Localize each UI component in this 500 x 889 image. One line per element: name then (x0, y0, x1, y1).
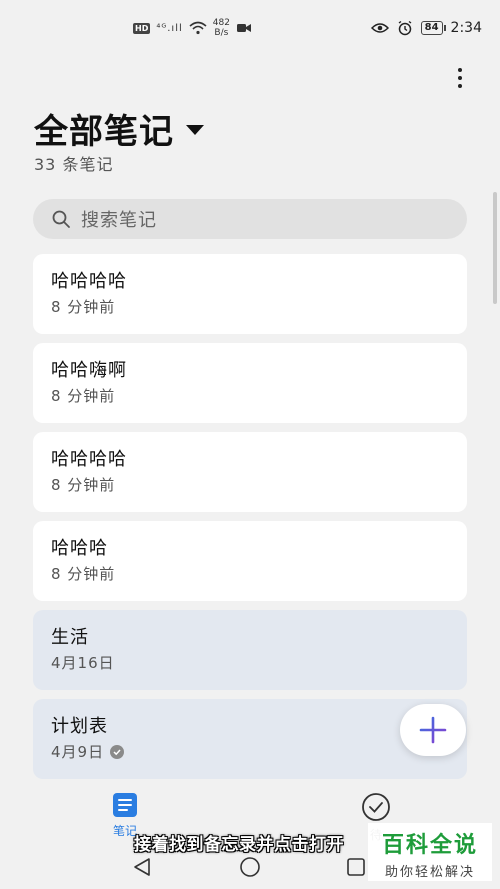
add-note-button[interactable] (400, 704, 466, 756)
note-title: 哈哈哈 (51, 538, 108, 559)
note-time-text: 4月16日 (51, 654, 115, 672)
note-time: 8 分钟前 (51, 296, 449, 317)
note-time: 4月9日 (51, 741, 449, 762)
status-bar-right: 84 2:34 (370, 20, 482, 36)
note-card[interactable]: 哈哈哈哈 8 分钟前 (33, 432, 467, 512)
note-title: 生活 (51, 627, 89, 648)
check-badge-icon (110, 744, 125, 759)
network-rate-unit: B/s (214, 28, 229, 38)
note-time: 8 分钟前 (51, 563, 449, 584)
note-time: 8 分钟前 (51, 474, 449, 495)
note-card[interactable]: 哈哈哈 8 分钟前 (33, 521, 467, 601)
status-bar: HD ⁴ᴳ.ıll 482 B/s 84 2:34 (0, 0, 500, 56)
signal-icon: ⁴ᴳ.ıll (156, 22, 183, 34)
video-record-icon (236, 24, 251, 32)
clock: 2:34 (450, 20, 482, 36)
note-time: 8 分钟前 (51, 385, 449, 406)
note-card[interactable]: 哈哈嗨啊 8 分钟前 (33, 343, 467, 423)
todo-check-icon (362, 793, 390, 821)
network-rate: 482 B/s (213, 18, 230, 38)
note-time-text: 8 分钟前 (51, 298, 116, 316)
note-time-text: 4月9日 (51, 743, 105, 761)
note-card[interactable]: 哈哈哈哈 8 分钟前 (33, 254, 467, 334)
alarm-icon (398, 20, 412, 36)
note-title: 计划表 (51, 716, 108, 737)
plus-icon (419, 716, 447, 744)
status-bar-network: HD ⁴ᴳ.ıll 482 B/s (133, 18, 252, 38)
note-title: 哈哈哈哈 (51, 271, 127, 292)
recent-apps-icon[interactable] (345, 856, 367, 878)
search-input[interactable]: 搜索笔记 (33, 199, 467, 239)
scrollbar[interactable] (493, 192, 497, 304)
note-title: 哈哈哈哈 (51, 449, 127, 470)
back-icon[interactable] (131, 856, 153, 878)
note-time-text: 8 分钟前 (51, 387, 116, 405)
note-count: 33 条笔记 (34, 155, 114, 174)
battery-icon: 84 (420, 21, 446, 35)
note-card[interactable]: 生活 4月16日 (33, 610, 467, 690)
search-placeholder: 搜索笔记 (81, 210, 157, 231)
search-icon (52, 210, 70, 228)
hd-icon: HD (133, 22, 151, 34)
more-dot-icon (458, 68, 462, 72)
note-time-text: 8 分钟前 (51, 476, 116, 494)
network-rate-value: 482 (212, 18, 230, 28)
more-dot-icon (458, 76, 462, 80)
eye-comfort-icon (370, 23, 389, 33)
note-time: 4月16日 (51, 652, 449, 673)
note-title: 哈哈嗨啊 (51, 360, 127, 381)
home-icon[interactable] (239, 856, 261, 878)
wifi-icon (189, 21, 207, 35)
note-time-text: 8 分钟前 (51, 565, 116, 583)
notes-icon (113, 793, 137, 817)
page-title: 全部笔记 (34, 112, 174, 152)
folder-selector[interactable]: 全部笔记 (34, 104, 204, 153)
more-dot-icon (458, 84, 462, 88)
caret-down-icon (186, 124, 204, 135)
more-options-button[interactable] (450, 64, 470, 92)
system-nav-bar (0, 848, 500, 889)
